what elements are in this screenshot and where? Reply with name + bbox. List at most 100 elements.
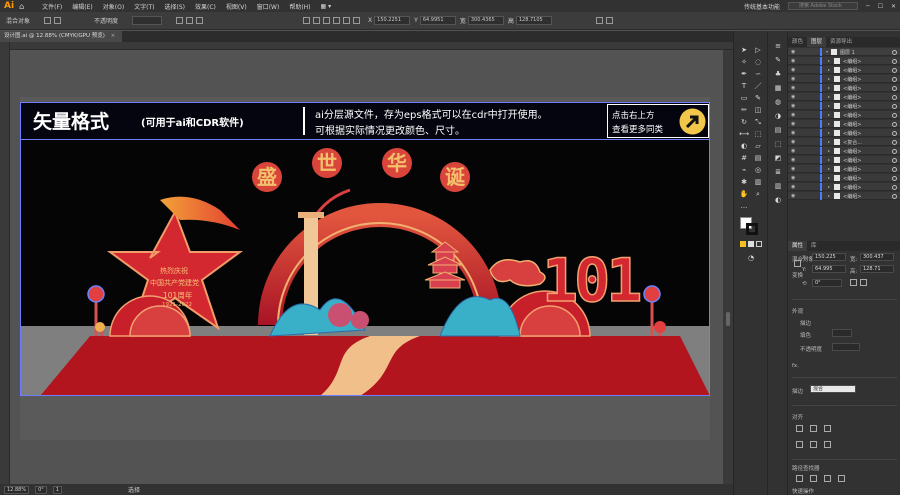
layer-row[interactable]: ◉ ▸ <编组> xyxy=(788,120,900,129)
align-top-icon[interactable] xyxy=(333,17,341,24)
target-circle-icon[interactable] xyxy=(892,112,897,118)
workspace-switcher[interactable]: 传统基本功能 xyxy=(744,2,780,11)
expand-triangle-icon[interactable]: ▸ xyxy=(828,58,830,63)
expand-triangle-icon[interactable]: ▸ xyxy=(828,175,830,180)
draw-mode-icon[interactable]: ◔ xyxy=(745,253,757,263)
tab-close-icon[interactable]: × xyxy=(111,33,116,39)
flip-vertical-icon[interactable] xyxy=(860,279,867,286)
visibility-eye-icon[interactable]: ◉ xyxy=(791,121,795,127)
target-circle-icon[interactable] xyxy=(892,94,897,100)
pen-tool-icon[interactable]: ✒ xyxy=(738,69,750,79)
graph-tool-icon[interactable]: ▥ xyxy=(752,177,764,187)
zoom-tool-icon[interactable]: ⌕ xyxy=(752,189,764,199)
layer-row[interactable]: ◉ ▸ <编组> xyxy=(788,147,900,156)
menu-select[interactable]: 选择(S) xyxy=(165,2,186,11)
visibility-eye-icon[interactable]: ◉ xyxy=(791,148,795,154)
expand-triangle-icon[interactable]: ▸ xyxy=(828,67,830,72)
rotate-tool-icon[interactable]: ↻ xyxy=(738,117,750,127)
gradient-mode-icon[interactable] xyxy=(748,241,754,247)
mesh-tool-icon[interactable]: # xyxy=(738,153,750,163)
brush-dock-icon[interactable]: ✎ xyxy=(772,55,784,65)
target-circle-icon[interactable] xyxy=(892,148,897,154)
stroke-dock-icon[interactable]: ≣ xyxy=(772,167,784,177)
expand-triangle-icon[interactable]: ▸ xyxy=(828,103,830,108)
rotation-field[interactable]: 0° xyxy=(35,485,47,494)
eyedropper-icon[interactable]: ⌁ xyxy=(738,165,750,175)
maximize-icon[interactable]: ☐ xyxy=(878,3,883,10)
rectangle-tool-icon[interactable]: ▭ xyxy=(738,93,750,103)
transform-dock-icon[interactable]: ⬚ xyxy=(772,139,784,149)
align-left-icon[interactable] xyxy=(303,17,311,24)
zoom-field[interactable]: 12.88% xyxy=(4,485,30,494)
visibility-eye-icon[interactable]: ◉ xyxy=(791,166,795,172)
align-bottom-icon[interactable] xyxy=(824,441,831,448)
target-circle-icon[interactable] xyxy=(892,85,897,91)
width-tool-icon[interactable]: ⟷ xyxy=(738,129,750,139)
gradient-dock-icon[interactable]: ▥ xyxy=(772,181,784,191)
shape-builder-icon[interactable]: ◐ xyxy=(738,141,750,151)
expand-triangle-icon[interactable]: ▸ xyxy=(828,130,830,135)
target-circle-icon[interactable] xyxy=(892,166,897,172)
fill-field[interactable] xyxy=(832,329,852,337)
document-tab[interactable]: 设计图.ai @ 12.88% (CMYK/GPU 预览) × xyxy=(0,31,122,42)
align-hcenter-icon[interactable] xyxy=(810,425,817,432)
visibility-eye-icon[interactable]: ◉ xyxy=(791,49,795,55)
align-middle-icon[interactable] xyxy=(343,17,351,24)
opacity-label[interactable]: 不透明度 xyxy=(94,16,118,25)
layer-row[interactable]: ◉ ▸ <编组> xyxy=(788,183,900,192)
recolor-icon[interactable] xyxy=(176,17,184,24)
align-right-icon[interactable] xyxy=(323,17,331,24)
visibility-eye-icon[interactable]: ◉ xyxy=(791,139,795,145)
menu-edit[interactable]: 编辑(E) xyxy=(72,2,92,11)
type-tool-icon[interactable]: T xyxy=(738,81,750,91)
h-field[interactable]: 128.7105 xyxy=(515,16,552,25)
visibility-eye-icon[interactable]: ◉ xyxy=(791,175,795,181)
align-top-icon[interactable] xyxy=(796,441,803,448)
target-circle-icon[interactable] xyxy=(892,49,897,55)
expand-triangle-icon[interactable]: ▸ xyxy=(828,184,830,189)
menu-file[interactable]: 文件(F) xyxy=(42,2,62,11)
align-right-icon[interactable] xyxy=(824,425,831,432)
x-field[interactable]: 150.225 xyxy=(812,253,846,261)
close-icon[interactable]: ✕ xyxy=(891,3,896,10)
layer-row[interactable]: ◉ ▸ <编组> xyxy=(788,192,900,201)
lasso-icon[interactable]: ◌ xyxy=(752,57,764,67)
expand-triangle-icon[interactable]: ▸ xyxy=(828,112,830,117)
align-icon[interactable] xyxy=(186,17,194,24)
w-field[interactable]: 300.4365 xyxy=(467,16,504,25)
target-circle-icon[interactable] xyxy=(892,193,897,199)
tab-libraries[interactable]: 库 xyxy=(807,241,821,251)
curvature-icon[interactable]: ∽ xyxy=(752,69,764,79)
style-icon[interactable] xyxy=(196,17,204,24)
magic-wand-icon[interactable]: ✧ xyxy=(738,57,750,67)
layer-row[interactable]: ◉ ▸ <编组> xyxy=(788,111,900,120)
selection-bounds[interactable] xyxy=(20,102,710,396)
scroll-thumb[interactable] xyxy=(726,312,730,326)
menu-object[interactable]: 对象(O) xyxy=(103,2,124,11)
y-field[interactable]: 64.995 xyxy=(812,265,846,273)
tab-asset-export[interactable]: 资源导出 xyxy=(826,37,856,47)
menu-help[interactable]: 帮助(H) xyxy=(289,2,310,11)
reference-point-icon[interactable] xyxy=(794,260,801,267)
align-dock-icon[interactable]: ▤ xyxy=(772,125,784,135)
expand-triangle-icon[interactable]: ▸ xyxy=(828,85,830,90)
w-field[interactable]: 300.437 xyxy=(860,253,894,261)
target-circle-icon[interactable] xyxy=(892,175,897,181)
visibility-eye-icon[interactable]: ◉ xyxy=(791,94,795,100)
target-circle-icon[interactable] xyxy=(892,58,897,64)
intersect-icon[interactable] xyxy=(824,475,831,482)
exclude-icon[interactable] xyxy=(838,475,845,482)
y-field[interactable]: 64.9951 xyxy=(419,16,456,25)
menu-effect[interactable]: 效果(C) xyxy=(195,2,216,11)
stroke-color-icon[interactable] xyxy=(746,223,758,235)
target-circle-icon[interactable] xyxy=(892,76,897,82)
swatches-dock-icon[interactable]: ▦ xyxy=(772,83,784,93)
align-center-icon[interactable] xyxy=(313,17,321,24)
home-icon[interactable]: ⌂ xyxy=(19,2,24,11)
layer-row[interactable]: ◉ ▸ <复合... xyxy=(788,138,900,147)
expand-triangle-icon[interactable]: ▸ xyxy=(828,157,830,162)
vertical-scrollbar[interactable] xyxy=(723,50,733,484)
free-transform-icon[interactable]: ⬚ xyxy=(752,129,764,139)
align-vcenter-icon[interactable] xyxy=(810,441,817,448)
visibility-eye-icon[interactable]: ◉ xyxy=(791,67,795,73)
